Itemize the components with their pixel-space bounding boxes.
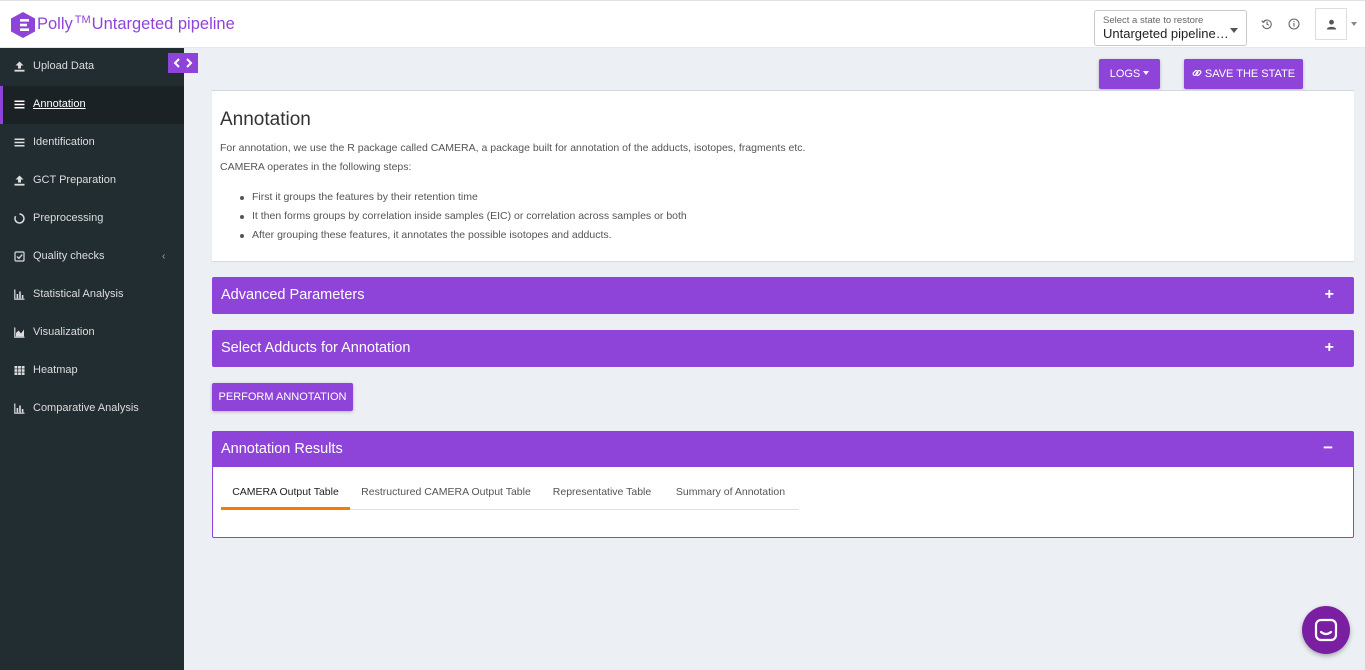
perform-annotation-button[interactable]: PERFORM ANNOTATION [212, 383, 353, 411]
chevron-down-icon [1230, 28, 1238, 33]
sidebar-item-gct-preparation[interactable]: GCT Preparation [0, 162, 184, 200]
checkbox-icon [14, 251, 25, 262]
logs-button-label: LOGS [1109, 68, 1141, 80]
expand-plus-icon[interactable]: + [1325, 339, 1334, 357]
collapse-minus-icon[interactable]: − [1323, 438, 1333, 458]
brand-trademark: TM [74, 14, 91, 26]
list-icon [14, 100, 25, 109]
sidebar-item-label: Comparative Analysis [33, 402, 139, 414]
top-header: Polly TMUntargeted pipeline Select a stat… [0, 0, 1365, 48]
sidebar-item-label: Quality checks [33, 250, 105, 262]
annotation-results-panel: Annotation Results − CAMERA Output Table… [212, 431, 1354, 538]
tab-representative-table[interactable]: Representative Table [542, 473, 662, 510]
select-adducts-panel[interactable]: Select Adducts for Annotation + [212, 330, 1354, 367]
sidebar-item-upload-data[interactable]: Upload Data [0, 48, 184, 86]
state-restore-select[interactable]: Select a state to restore Untargeted pip… [1094, 10, 1247, 46]
state-select-label: Select a state to restore [1103, 15, 1204, 26]
list-item: First it groups the features by their re… [240, 191, 687, 210]
user-menu-caret-icon[interactable] [1351, 22, 1357, 26]
sidebar-item-identification[interactable]: Identification [0, 124, 184, 162]
state-select-value: Untargeted pipeline ... [1103, 26, 1229, 41]
chevron-left-icon: ‹ [162, 251, 166, 262]
list-item: It then forms groups by correlation insi… [240, 210, 687, 229]
sidebar-item-label: Annotation [33, 98, 86, 110]
chevron-right-icon [186, 58, 193, 68]
area-chart-icon [14, 327, 25, 338]
polly-logo-icon[interactable] [11, 12, 35, 38]
sidebar-item-preprocessing[interactable]: Preprocessing [0, 200, 184, 238]
sidebar-item-label: Upload Data [33, 60, 95, 72]
tab-restructured-camera-output-table[interactable]: Restructured CAMERA Output Table [350, 473, 542, 510]
save-state-button[interactable]: SAVE THE STATE [1184, 59, 1303, 89]
panel-title: Select Adducts for Annotation [221, 340, 411, 356]
sidebar-item-annotation[interactable]: Annotation [0, 86, 184, 124]
annotation-intro: For annotation, we use the R package cal… [220, 142, 806, 154]
chevron-left-icon [173, 58, 180, 68]
panel-title: Annotation Results [221, 441, 343, 457]
sidebar-item-label: Heatmap [33, 364, 78, 376]
results-tabs: CAMERA Output Table Restructured CAMERA … [221, 473, 799, 510]
sidebar-item-label: Visualization [33, 326, 95, 338]
sidebar-item-comparative-analysis[interactable]: Comparative Analysis [0, 390, 184, 428]
history-icon[interactable] [1261, 18, 1273, 30]
bar-chart-icon [14, 289, 25, 300]
user-icon [1326, 19, 1337, 30]
sidebar: Upload Data Annotation Identification GC… [0, 48, 184, 670]
annotation-results-header[interactable]: Annotation Results − [213, 432, 1353, 467]
tab-camera-output-table[interactable]: CAMERA Output Table [221, 473, 350, 510]
tab-summary-of-annotation[interactable]: Summary of Annotation [662, 473, 799, 510]
logs-button[interactable]: LOGS [1099, 59, 1160, 89]
brand-name: Polly [37, 15, 73, 33]
grid-icon [14, 366, 25, 375]
annotation-steps-intro: CAMERA operates in the following steps: [220, 161, 412, 173]
info-icon[interactable] [1288, 18, 1300, 30]
user-menu-button[interactable] [1315, 8, 1347, 40]
advanced-parameters-panel[interactable]: Advanced Parameters + [212, 277, 1354, 314]
page-title: Annotation [220, 109, 311, 130]
link-icon [1192, 70, 1202, 76]
list-icon [14, 138, 25, 147]
chat-icon [1314, 618, 1338, 642]
pipeline-name: Untargeted pipeline [91, 15, 235, 33]
sidebar-item-label: GCT Preparation [33, 174, 116, 186]
app-title[interactable]: Polly TMUntargeted pipeline [37, 14, 235, 34]
sidebar-item-heatmap[interactable]: Heatmap [0, 352, 184, 390]
sidebar-item-label: Statistical Analysis [33, 288, 124, 300]
list-item: After grouping these features, it annota… [240, 229, 687, 248]
sidebar-toggle-button[interactable] [168, 53, 198, 73]
sidebar-item-visualization[interactable]: Visualization [0, 314, 184, 352]
upload-icon [14, 61, 25, 72]
annotation-steps-list: First it groups the features by their re… [240, 191, 687, 248]
chat-launcher-button[interactable] [1302, 606, 1350, 654]
sidebar-item-label: Identification [33, 136, 95, 148]
upload-icon [14, 175, 25, 186]
sidebar-item-label: Preprocessing [33, 212, 104, 224]
sidebar-item-statistical-analysis[interactable]: Statistical Analysis [0, 276, 184, 314]
bar-chart-icon [14, 403, 25, 414]
circle-notch-icon [14, 213, 25, 224]
caret-down-icon [1143, 71, 1150, 75]
save-state-label: SAVE THE STATE [1204, 68, 1296, 80]
sidebar-item-quality-checks[interactable]: Quality checks ‹ [0, 238, 184, 276]
expand-plus-icon[interactable]: + [1325, 286, 1334, 304]
annotation-info-box: Annotation For annotation, we use the R … [212, 90, 1354, 261]
panel-title: Advanced Parameters [221, 287, 365, 303]
